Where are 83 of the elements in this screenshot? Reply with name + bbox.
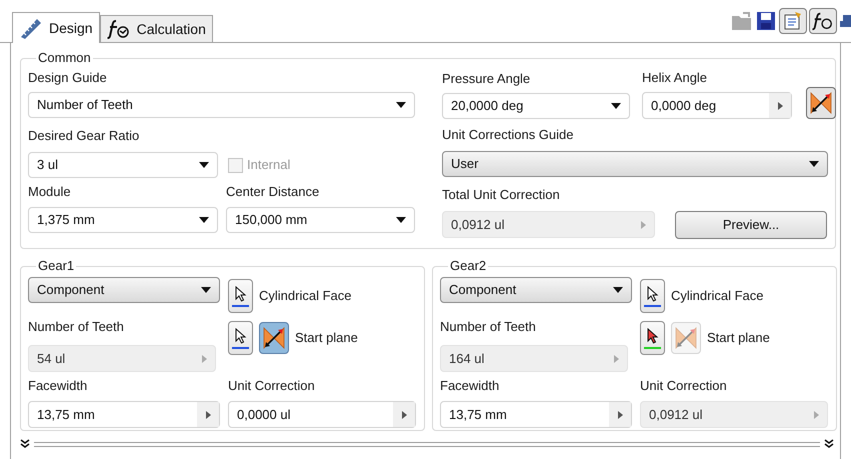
group-title: Gear1 [37,259,76,273]
module-dropdown[interactable]: 1,375 mm [28,207,218,233]
total-unit-correction-field[interactable]: 0,0912 ul [442,211,655,238]
unit-correction-field[interactable]: 0,0000 ul [228,401,416,428]
underline-icon [644,346,661,348]
checkbox-label: Internal [247,156,290,174]
reference-type-dropdown[interactable]: Component [28,277,220,303]
field-label: Unit Corrections Guide [442,127,574,142]
field-label: Facewidth [440,378,500,394]
expand-icon [20,439,30,449]
field-label: Number of Teeth [440,319,536,334]
group-title: Common [37,51,92,65]
selection-label: Cylindrical Face [259,288,352,304]
field-label: Number of Teeth [28,319,124,334]
spin-arrow-icon [618,410,622,418]
flip-button[interactable] [259,322,289,354]
helix-angle-field[interactable]: 0,0000 deg [642,92,792,119]
selection-label: Start plane [295,330,358,346]
flip-direction-icon [262,326,286,350]
spin-arrow-icon [778,102,782,110]
field-label: Module [28,184,72,200]
dropdown-arrow-icon [396,217,406,223]
function-icon [812,11,834,31]
selection-label: Start plane [707,330,770,346]
spin-arrow-icon [640,220,646,228]
underline-icon [232,304,249,306]
folder-icon [731,11,753,31]
field-label: Pressure Angle [442,71,532,87]
pointer-icon [646,286,658,302]
save-icon [755,10,777,32]
field-label: Facewidth [28,378,88,394]
spin-arrow-icon [402,410,406,418]
reference-type-dropdown[interactable]: Component [440,277,632,303]
facewidth-field[interactable]: 13,75 mm [28,401,220,428]
select-button[interactable] [228,279,253,313]
flip-direction-icon [809,91,833,115]
pointer-icon [234,328,246,344]
tab[interactable]: Design [12,12,100,43]
function-button[interactable] [809,8,837,34]
expand-icon [824,439,834,449]
spin-arrow-icon [202,354,206,362]
unit-corrections-guide-dropdown[interactable]: User [442,151,828,177]
spin-arrow-icon [206,410,210,418]
selection-label: Cylindrical Face [671,288,764,304]
dropdown-arrow-icon [613,287,623,293]
dropdown-arrow-icon [809,161,819,167]
number-of-teeth-field[interactable]: 54 ul [28,345,216,372]
gear-ratio-dropdown[interactable]: 3 ul [28,152,218,178]
select-button[interactable] [228,321,253,355]
dropdown-arrow-icon [611,103,621,109]
spin-arrow-icon [814,410,818,418]
flip-direction-icon [674,326,698,350]
properties-button[interactable] [779,8,807,34]
select-button[interactable] [640,279,665,313]
center-distance-dropdown[interactable]: 150,000 mm [226,207,415,233]
pressure-angle-dropdown[interactable]: 20,0000 deg [442,93,630,119]
field-label: Unit Correction [228,378,316,394]
design-guide-dropdown[interactable]: Number of Teeth [28,92,415,118]
dropdown-arrow-icon [199,217,209,223]
tab[interactable]: Calculation [100,15,213,42]
unit-correction-field[interactable]: 0,0912 ul [640,401,828,428]
dropdown-arrow-icon [199,162,209,168]
dropdown-arrow-icon [396,102,406,108]
spin-arrow-icon [614,354,618,362]
select-button[interactable] [640,321,665,355]
flip-button[interactable] [806,87,836,119]
group-title: Gear2 [449,259,488,273]
field-label: Design Guide [28,70,108,86]
field-label: Unit Correction [640,378,728,394]
underline-icon [644,304,661,306]
dropdown-arrow-icon [201,287,211,293]
underline-icon [232,346,249,348]
field-label: Total Unit Correction [442,187,560,202]
field-label: Center Distance [226,184,320,200]
function-icon [106,19,131,39]
pointer-icon [646,328,658,344]
field-label: Helix Angle [642,70,708,86]
number-of-teeth-field[interactable]: 164 ul [440,345,628,372]
pointer-icon [234,286,246,302]
preview-button[interactable]: Preview... [675,211,827,239]
field-label: Desired Gear Ratio [28,128,140,143]
document-icon [783,11,803,31]
facewidth-field[interactable]: 13,75 mm [440,401,632,428]
